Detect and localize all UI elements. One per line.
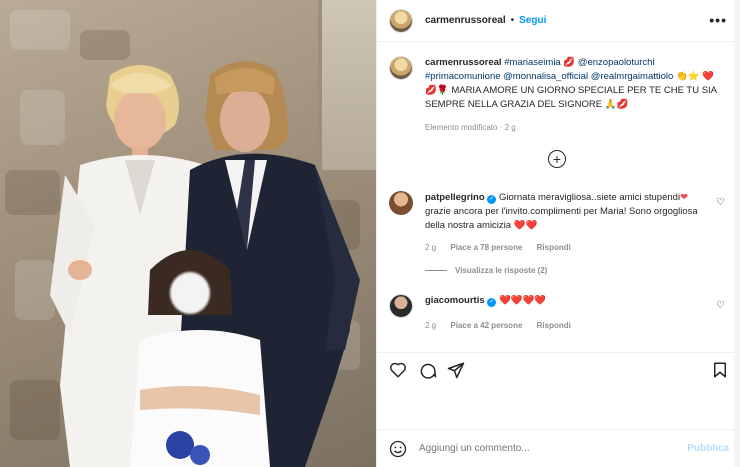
- mention-link[interactable]: @enzopaoloturchi: [578, 57, 655, 68]
- more-options-icon[interactable]: •••: [709, 12, 727, 28]
- comment-body: ❤️❤️❤️❤️: [498, 295, 547, 306]
- comment-body-continued: grazie ancora per l'invito.complimenti p…: [425, 206, 698, 231]
- comment-avatar[interactable]: [389, 191, 413, 215]
- load-more-comments-icon[interactable]: +: [548, 150, 566, 168]
- wall-stone: [10, 10, 70, 50]
- header-separator: •: [510, 15, 515, 26]
- like-comment-heart-icon[interactable]: ♡: [716, 300, 725, 311]
- caption-emoji: 👏⭐: [675, 71, 700, 82]
- caption-body: MARIA AMORE UN GIORNO SPECIALE PER TE CH…: [425, 85, 717, 110]
- header-username[interactable]: carmenrussoreal: [425, 15, 506, 26]
- comment-body: Giornata meravigliosa..siete amici stupe…: [498, 192, 681, 203]
- comment-username[interactable]: patpellegrino: [425, 192, 485, 203]
- comment-meta: 2 g Piace a 42 persone Rispondi: [425, 321, 583, 330]
- avatar[interactable]: [389, 8, 413, 33]
- blurred-face: [170, 272, 210, 314]
- post-header: carmenrussoreal • Segui •••: [377, 0, 740, 42]
- caption-emoji: 💋: [563, 57, 576, 68]
- caption-emoji: 🙏💋: [604, 99, 629, 110]
- add-comment-bar: Pubblica: [377, 429, 740, 467]
- replies-divider: [425, 270, 447, 271]
- hashtag-link[interactable]: #mariaseimia: [504, 57, 561, 68]
- post-details-panel: carmenrussoreal • Segui ••• carmenrussor…: [376, 0, 740, 467]
- mention-link[interactable]: @monnalisa_official: [503, 71, 588, 82]
- comment-time: 2 g: [425, 321, 437, 330]
- comment-avatar[interactable]: [389, 294, 413, 318]
- verified-badge-icon: ✓: [487, 298, 497, 307]
- caption-username[interactable]: carmenrussoreal: [425, 57, 502, 68]
- comment-hearts: ❤️❤️: [513, 220, 538, 231]
- bookmark-icon[interactable]: [711, 361, 729, 379]
- comment-text: patpellegrino ✓ Giornata meravigliosa..s…: [425, 191, 705, 233]
- like-comment-heart-icon[interactable]: ♡: [716, 197, 725, 208]
- emoji-icon[interactable]: [389, 440, 407, 458]
- caption-text: carmenrussoreal #mariaseimia 💋 @enzopaol…: [425, 56, 725, 112]
- comment-item: patpellegrino ✓ Giornata meravigliosa..s…: [389, 191, 729, 233]
- comment-time: 2 g: [425, 243, 437, 252]
- publish-button[interactable]: Pubblica: [687, 443, 729, 454]
- comment-likes[interactable]: Piace a 42 persone: [450, 321, 522, 330]
- like-heart-icon[interactable]: [389, 361, 407, 379]
- share-send-icon[interactable]: [447, 361, 465, 379]
- action-bar: [377, 352, 740, 386]
- comment-likes[interactable]: Piace a 78 persone: [450, 243, 522, 252]
- reply-button[interactable]: Rispondi: [537, 321, 571, 330]
- heart-emoji: ❤: [680, 192, 689, 203]
- girl-figure: [130, 250, 270, 467]
- comment-bubble-icon[interactable]: [419, 361, 437, 379]
- mention-link[interactable]: @realmrgaimattiolo: [591, 71, 674, 82]
- comment-username[interactable]: giacomourtis: [425, 295, 485, 306]
- view-replies-button[interactable]: Visualizza le risposte (2): [425, 266, 547, 275]
- comment-input[interactable]: [419, 443, 669, 454]
- edited-timestamp: Elemento modificato · 2 g: [425, 123, 516, 132]
- comment-text: giacomourtis ✓ ❤️❤️❤️❤️: [425, 294, 705, 318]
- reply-button[interactable]: Rispondi: [537, 243, 571, 252]
- hashtag-link[interactable]: #primacomunione: [425, 71, 501, 82]
- comment-meta: 2 g Piace a 78 persone Rispondi: [425, 243, 583, 252]
- comment-item: giacomourtis ✓ ❤️❤️❤️❤️ ♡: [389, 294, 729, 318]
- verified-badge-icon: ✓: [487, 195, 497, 204]
- follow-button[interactable]: Segui: [519, 15, 546, 26]
- view-replies-label: Visualizza le risposte (2): [455, 266, 548, 275]
- post-caption: carmenrussoreal #mariaseimia 💋 @enzopaol…: [389, 56, 729, 112]
- caption-avatar[interactable]: [389, 56, 413, 80]
- post-photo[interactable]: [0, 0, 376, 467]
- scrollbar[interactable]: [734, 0, 740, 467]
